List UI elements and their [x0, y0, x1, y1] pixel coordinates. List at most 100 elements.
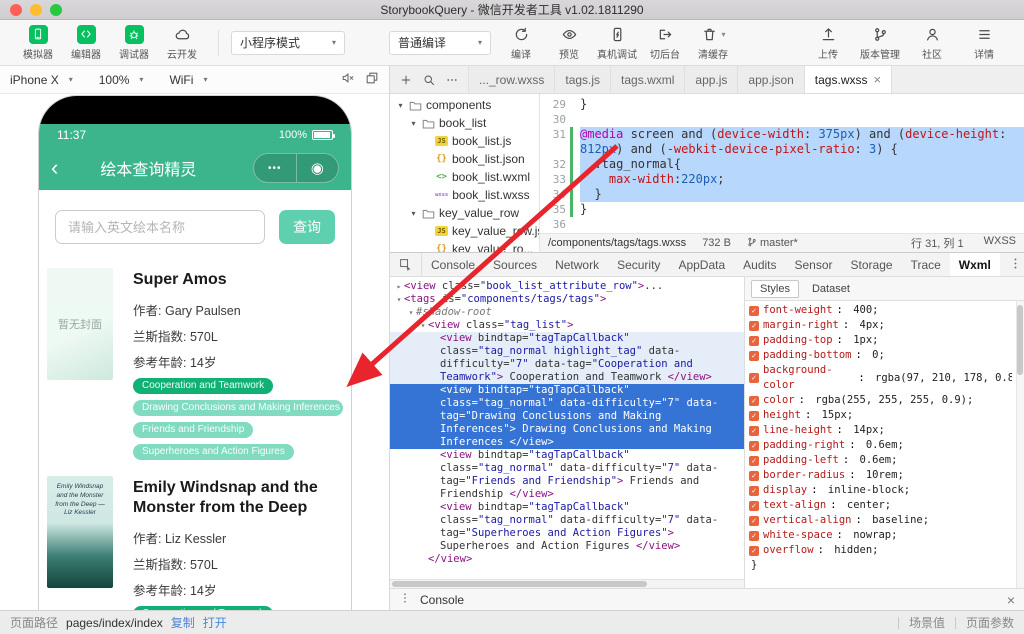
- devtools-tab-security[interactable]: Security: [608, 253, 669, 276]
- close-tab-icon[interactable]: ×: [873, 72, 881, 87]
- code-line[interactable]: 36: [540, 217, 1024, 232]
- devtools-tab-network[interactable]: Network: [546, 253, 608, 276]
- language-label[interactable]: WXSS: [984, 235, 1016, 251]
- wxml-node[interactable]: ▾ <tags is="components/tags/tags">: [390, 293, 744, 306]
- tree-item-book_list.json[interactable]: {} book_list.json: [390, 150, 539, 168]
- devtools-tab-wxml[interactable]: Wxml: [949, 253, 1000, 276]
- details-button[interactable]: 详情: [958, 25, 1010, 61]
- open-link[interactable]: 打开: [203, 614, 227, 631]
- styles-tab-styles[interactable]: Styles: [751, 279, 799, 298]
- capsule-more-button[interactable]: •••: [254, 154, 297, 182]
- close-window-button[interactable]: [10, 4, 22, 16]
- compile-button[interactable]: 编译: [497, 25, 545, 61]
- book-tag[interactable]: Cooperation and Teamwork: [133, 378, 274, 394]
- tree-item-book_list[interactable]: ▾ book_list: [390, 114, 539, 132]
- mute-icon[interactable]: [341, 71, 355, 88]
- style-checkbox[interactable]: ✓: [749, 373, 759, 383]
- compile-mode-select[interactable]: 普通编译 ▾: [389, 30, 491, 55]
- branch-label[interactable]: master*: [747, 237, 798, 250]
- horizontal-scrollbar[interactable]: [390, 579, 744, 588]
- cursor-position[interactable]: 行 31, 列 1: [911, 235, 964, 251]
- tree-item-book_list.js[interactable]: JS book_list.js: [390, 132, 539, 150]
- community-button[interactable]: 社区: [906, 25, 958, 61]
- devtools-tab-audits[interactable]: Audits: [734, 253, 785, 276]
- tree-item-components[interactable]: ▾ components: [390, 96, 539, 114]
- devtools-tab-sources[interactable]: Sources: [484, 253, 546, 276]
- wxml-node[interactable]: ▾ <view class="tag_list">: [390, 319, 744, 332]
- devtools-tab-storage[interactable]: Storage: [842, 253, 902, 276]
- editor-tab-tags.wxss[interactable]: tags.wxss ×: [804, 66, 893, 93]
- new-file-icon[interactable]: [400, 74, 412, 86]
- upload-button[interactable]: 上传: [802, 25, 854, 61]
- expand-arrow-icon[interactable]: ▾: [409, 209, 418, 218]
- devtools-tab-console[interactable]: Console: [422, 253, 484, 276]
- capsule-home-button[interactable]: ◉: [297, 154, 339, 182]
- inspect-element-icon[interactable]: [390, 253, 422, 276]
- scrollbar-thumb[interactable]: [392, 581, 647, 587]
- style-checkbox[interactable]: ✓: [749, 350, 759, 361]
- kebab-menu-icon[interactable]: [1009, 257, 1022, 273]
- style-checkbox[interactable]: ✓: [749, 545, 759, 556]
- style-checkbox[interactable]: ✓: [749, 320, 759, 331]
- simulator-button[interactable]: 模拟器: [14, 24, 62, 61]
- style-checkbox[interactable]: ✓: [749, 440, 759, 451]
- debugger-button[interactable]: 调试器: [110, 24, 158, 61]
- separate-window-icon[interactable]: [365, 71, 379, 88]
- search-button[interactable]: 查询: [279, 210, 335, 244]
- book-item[interactable]: Emily Windsnap and the Monster from the …: [47, 476, 343, 610]
- cloud-dev-button[interactable]: 云开发: [158, 25, 206, 61]
- switch-background-button[interactable]: 切后台: [641, 25, 689, 61]
- style-checkbox[interactable]: ✓: [749, 425, 759, 436]
- clear-cache-button[interactable]: ▾ 清缓存: [689, 25, 737, 61]
- expand-arrow-icon[interactable]: ▾: [396, 101, 405, 110]
- wxml-node[interactable]: <view bindtap="tagTapCallback" class="ta…: [390, 449, 744, 501]
- code-line[interactable]: 29 }: [540, 97, 1024, 112]
- wxml-node[interactable]: ▾ #shadow-root: [390, 306, 744, 319]
- styles-tab-dataset[interactable]: Dataset: [804, 281, 858, 297]
- code-line[interactable]: 31 @media screen and (device-width: 375p…: [540, 127, 1024, 157]
- search-input[interactable]: [55, 210, 265, 244]
- style-checkbox[interactable]: ✓: [749, 455, 759, 466]
- minimize-window-button[interactable]: [30, 4, 42, 16]
- code-line[interactable]: 30: [540, 112, 1024, 127]
- book-tag[interactable]: Friends and Friendship: [133, 422, 254, 438]
- preview-button[interactable]: 预览: [545, 25, 593, 61]
- expand-arrow-icon[interactable]: ▾: [394, 293, 404, 306]
- devtools-tab-appdata[interactable]: AppData: [669, 253, 734, 276]
- style-checkbox[interactable]: ✓: [749, 530, 759, 541]
- zoom-select[interactable]: 100% ▾: [99, 73, 144, 87]
- scrollbar-thumb[interactable]: [1017, 305, 1023, 375]
- editor-tab-tags.js[interactable]: tags.js: [555, 66, 612, 93]
- mini-program-mode-select[interactable]: 小程序模式 ▾: [231, 30, 345, 55]
- scene-value-label[interactable]: 场景值: [909, 614, 945, 631]
- style-checkbox[interactable]: ✓: [749, 305, 759, 316]
- code-line[interactable]: 35 }: [540, 202, 1024, 217]
- book-item[interactable]: 暂无封面 Super Amos 作者: Gary Paulsen 兰斯指数: 57…: [47, 268, 343, 460]
- code-line[interactable]: 33 max-width:220px;: [540, 172, 1024, 187]
- tree-item-key_value_row.js[interactable]: JS key_value_row.js: [390, 222, 539, 240]
- tree-item-key_value_ro...[interactable]: {} key_value_ro...: [390, 240, 539, 252]
- wxml-node[interactable]: <view bindtap="tagTapCallback" class="ta…: [390, 332, 744, 384]
- search-icon[interactable]: [423, 74, 435, 86]
- close-drawer-icon[interactable]: ×: [1007, 592, 1015, 608]
- network-select[interactable]: WiFi ▾: [169, 73, 207, 87]
- wxml-node[interactable]: <view bindtap="tagTapCallback" class="ta…: [390, 384, 744, 449]
- copy-link[interactable]: 复制: [171, 614, 195, 631]
- book-tag[interactable]: Superheroes and Action Figures: [133, 444, 294, 460]
- devtools-tab-trace[interactable]: Trace: [902, 253, 950, 276]
- style-checkbox[interactable]: ✓: [749, 395, 759, 406]
- maximize-window-button[interactable]: [50, 4, 62, 16]
- style-checkbox[interactable]: ✓: [749, 335, 759, 346]
- page-params-label[interactable]: 页面参数: [966, 614, 1014, 631]
- console-drawer-tab[interactable]: Console: [420, 593, 464, 607]
- code-line[interactable]: 34 }: [540, 187, 1024, 202]
- tree-item-book_list.wxml[interactable]: <> book_list.wxml: [390, 168, 539, 186]
- more-icon[interactable]: [446, 74, 458, 86]
- editor-tab-..._row.wxss[interactable]: ..._row.wxss: [469, 66, 556, 93]
- expand-arrow-icon[interactable]: ▾: [406, 306, 416, 319]
- code-editor[interactable]: 29 } 30 31 @media screen and (device-wid…: [540, 94, 1024, 233]
- code-line[interactable]: 32 .tag_normal{: [540, 157, 1024, 172]
- editor-tab-app.js[interactable]: app.js: [685, 66, 739, 93]
- wxml-node[interactable]: </view>: [390, 553, 744, 566]
- kebab-menu-icon[interactable]: [399, 592, 411, 607]
